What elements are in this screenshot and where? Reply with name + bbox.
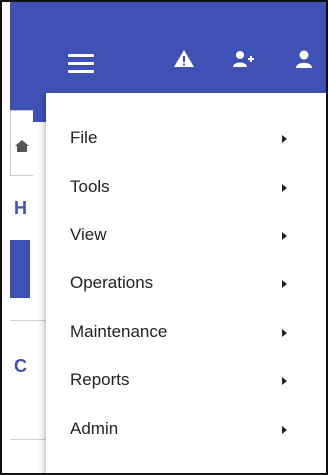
menu-item-file[interactable]: File — [46, 118, 326, 158]
submenu-arrow-icon — [282, 184, 287, 192]
menu-item-tools[interactable]: Tools — [46, 167, 326, 207]
background-heading-1: H — [14, 198, 27, 218]
menu-item-operations[interactable]: Operations — [46, 263, 326, 303]
main-menu-dropdown: File Tools View Operations Maintenance R… — [46, 93, 326, 473]
app-window: H C File Tools View Operations Maintenan… — [0, 0, 328, 475]
divider — [10, 320, 50, 321]
background-button[interactable] — [10, 240, 30, 298]
submenu-arrow-icon — [282, 135, 287, 143]
divider — [10, 439, 50, 440]
menu-item-label: Operations — [70, 273, 154, 292]
menu-item-label: Admin — [70, 419, 119, 438]
menu-item-view[interactable]: View — [46, 215, 326, 255]
menu-item-label: Tools — [70, 177, 110, 196]
warning-icon[interactable] — [172, 47, 196, 71]
submenu-arrow-icon — [282, 329, 287, 337]
background-heading-2: C — [14, 356, 27, 376]
add-user-icon[interactable] — [231, 47, 255, 71]
menu-item-label: Maintenance — [70, 322, 168, 341]
submenu-arrow-icon — [282, 426, 287, 434]
home-icon — [15, 140, 29, 152]
hamburger-icon[interactable] — [68, 54, 94, 73]
menu-item-label: File — [70, 128, 98, 147]
submenu-arrow-icon — [282, 232, 287, 240]
menu-item-maintenance[interactable]: Maintenance — [46, 312, 326, 352]
user-icon[interactable] — [292, 47, 316, 71]
submenu-arrow-icon — [282, 377, 287, 385]
menu-item-label: View — [70, 225, 107, 244]
home-tab[interactable] — [10, 110, 33, 176]
menu-item-label: Reports — [70, 370, 130, 389]
menu-item-admin[interactable]: Admin — [46, 409, 326, 449]
submenu-arrow-icon — [282, 280, 287, 288]
menu-item-reports[interactable]: Reports — [46, 360, 326, 400]
